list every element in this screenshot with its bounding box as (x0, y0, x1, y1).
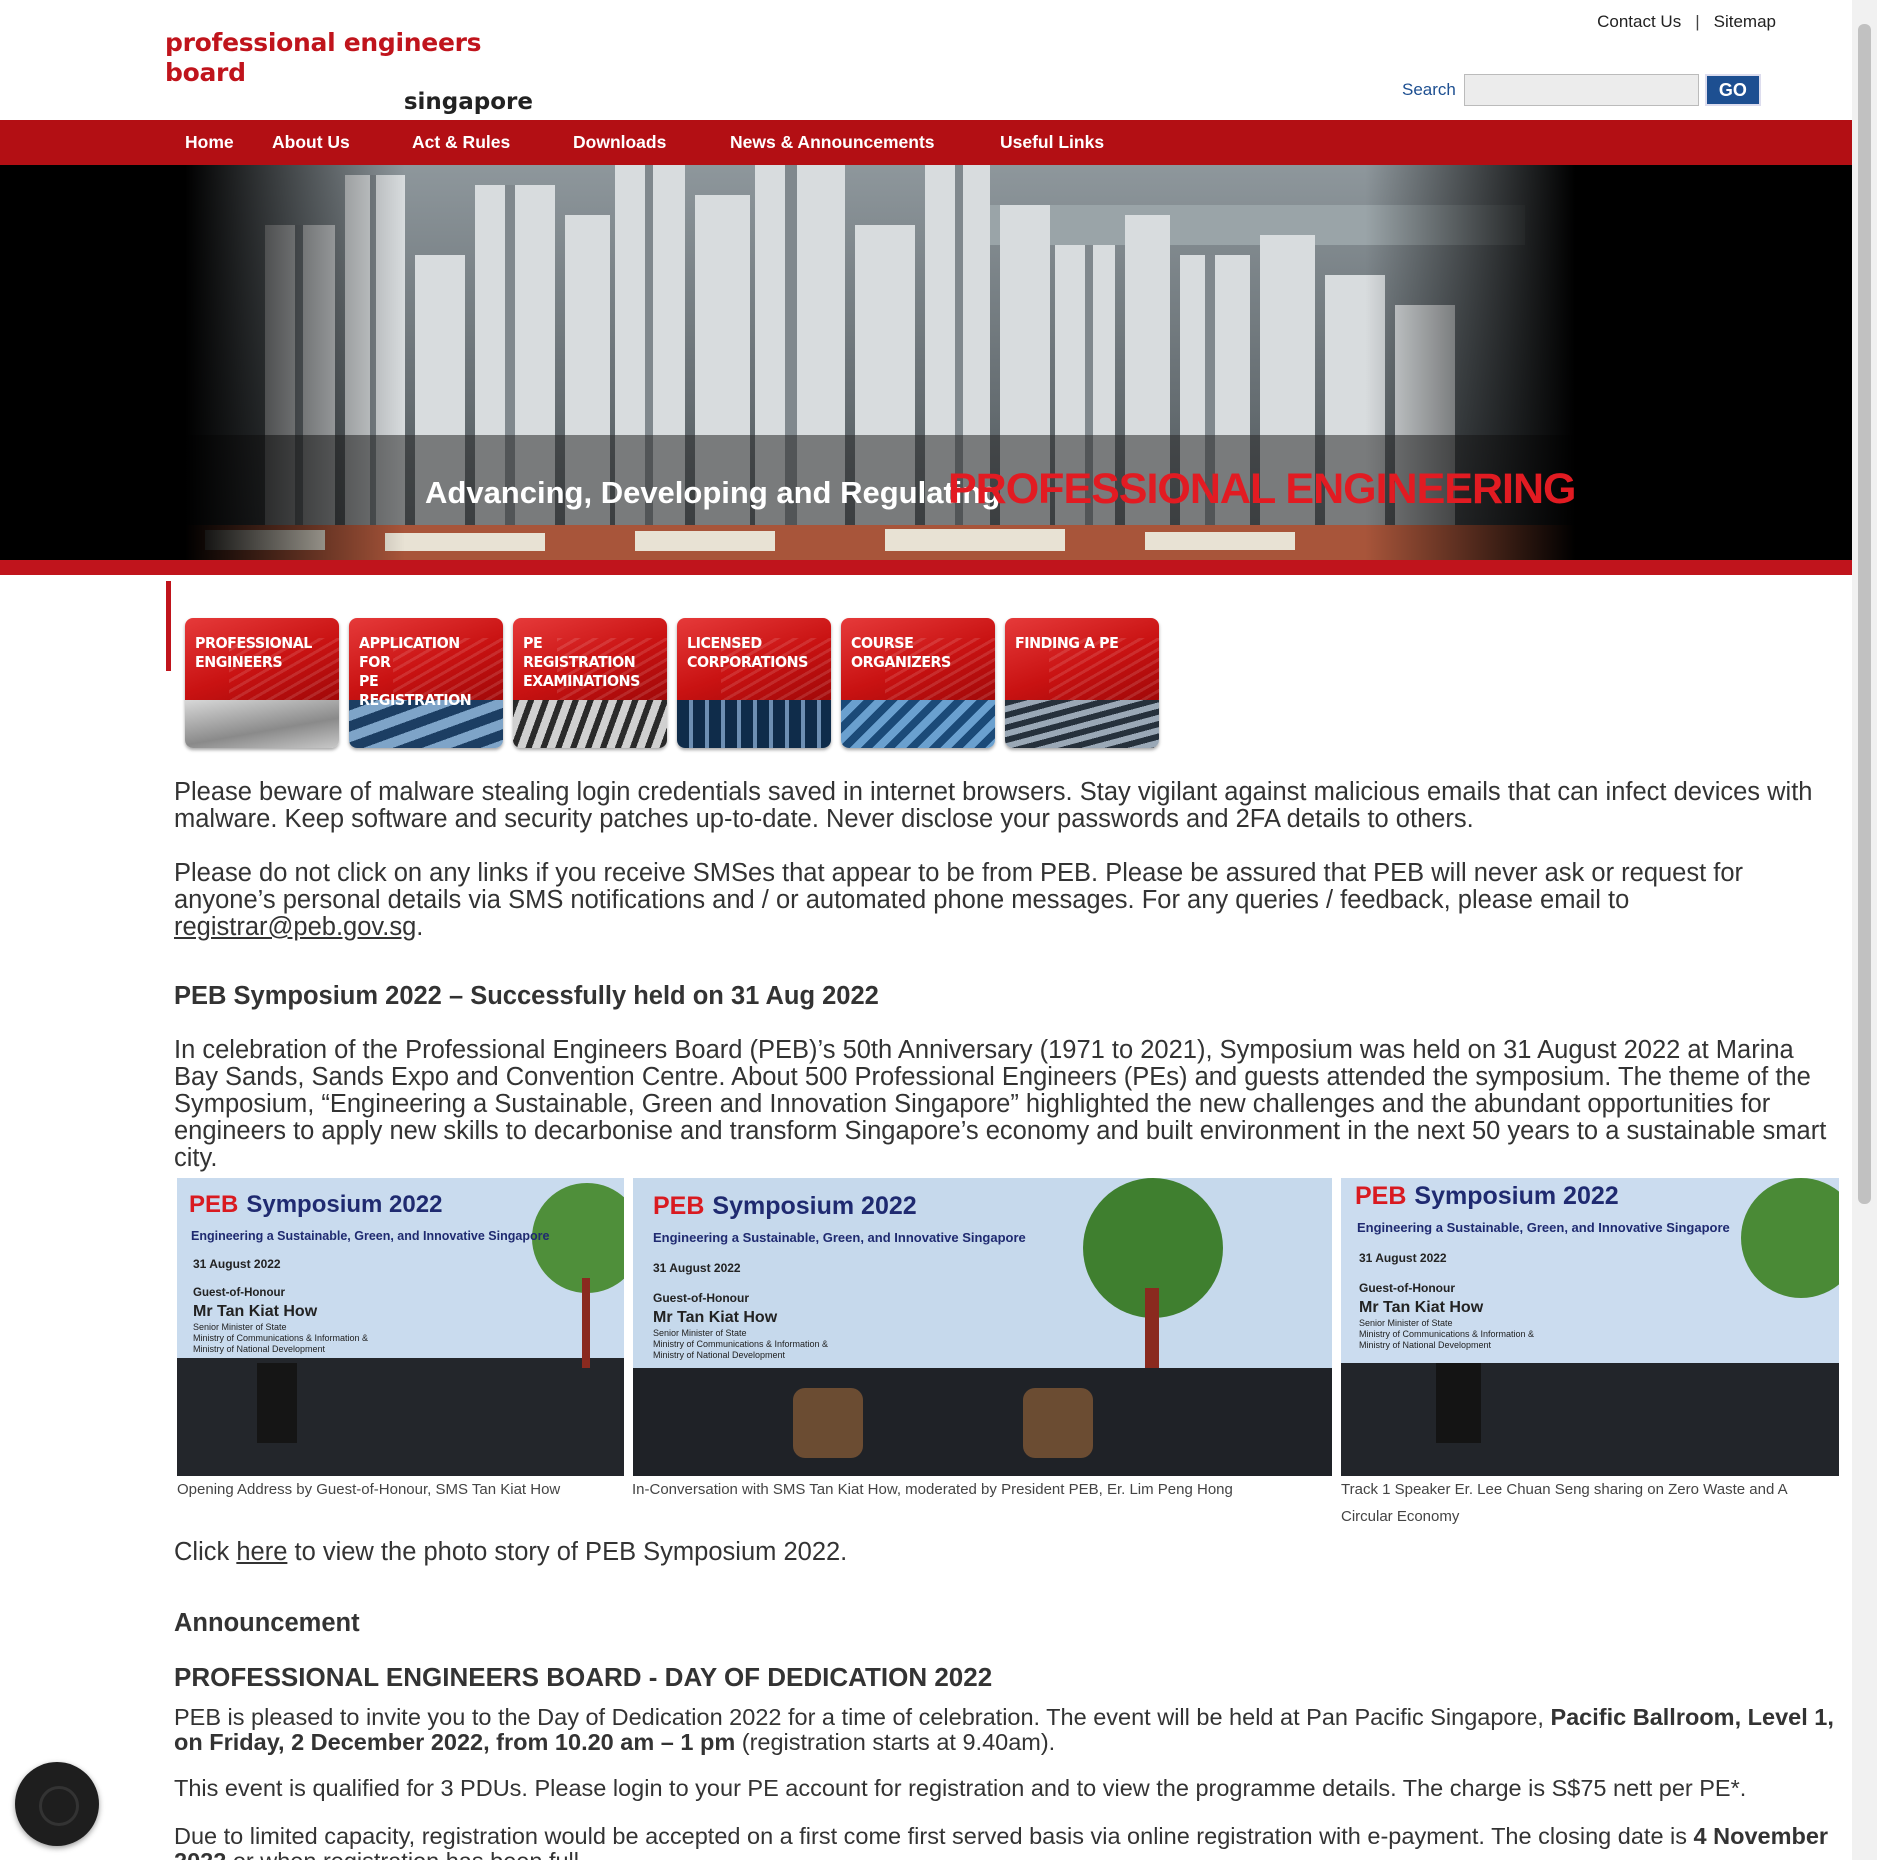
svg-text:Mr Tan Kiat How: Mr Tan Kiat How (653, 1309, 778, 1326)
category-tiles: PROFESSIONAL ENGINEERS APPLICATION FOR PE … (185, 618, 1169, 748)
photo-story-link[interactable]: here (236, 1538, 287, 1566)
svg-text:Mr Tan Kiat How: Mr Tan Kiat How (1359, 1299, 1484, 1316)
svg-text:Senior Minister of State: Senior Minister of State (193, 1322, 287, 1332)
scrollbar-thumb[interactable] (1858, 24, 1871, 1204)
svg-text:Ministry of National Developme: Ministry of National Development (653, 1350, 786, 1360)
peb-logo[interactable]: professional engineers board singapore (165, 28, 535, 116)
svg-text:PEBSymposium 2022: PEB Symposium 2022 (1355, 1182, 1619, 1210)
svg-text:PEBSymposium 2022: PEB Symposium 2022 (653, 1192, 917, 1220)
main-nav: Home About Us Act & Rules Downloads News… (0, 120, 1852, 165)
photo-1-caption: Opening Address by Guest-of-Honour, SMS … (177, 1481, 561, 1498)
search-input[interactable] (1463, 74, 1699, 106)
symposium-photos: PEB Symposium 2022 Engineering a Sustaina… (177, 1178, 1839, 1525)
malware-notice: Please beware of malware stealing login … (174, 778, 1813, 833)
search-label: Search (1402, 80, 1456, 99)
page-scrollbar[interactable] (1852, 0, 1877, 1860)
symposium-photo-2-image: PEB Symposium 2022 Engineering a Sustaina… (633, 1178, 1332, 1476)
logo-subtitle: singapore (403, 89, 533, 115)
nav-home[interactable]: Home (185, 120, 234, 165)
go-button[interactable]: GO (1704, 74, 1761, 106)
dedication-paragraph-3: Due to limited capacity, registration wo… (174, 1824, 1829, 1860)
photo-2-caption: In-Conversation with SMS Tan Kiat How, m… (632, 1481, 1233, 1498)
svg-text:Ministry of Communications & I: Ministry of Communications & Information… (1359, 1329, 1534, 1339)
svg-text:Ministry of Communications & I: Ministry of Communications & Information… (193, 1333, 368, 1343)
tile-application-pe-registration[interactable]: APPLICATION FOR PE REGISTRATION (349, 618, 503, 748)
svg-text:Engineering a Sustainable, Gre: Engineering a Sustainable, Green, and In… (653, 1230, 1026, 1245)
contact-us-link[interactable]: Contact Us (1597, 12, 1681, 32)
tile-course-organizers[interactable]: COURSE ORGANIZERS (841, 618, 995, 748)
chat-widget-icon[interactable] (15, 1762, 99, 1846)
symposium-heading: PEB Symposium 2022 – Successfully held o… (174, 982, 879, 1010)
svg-text:Engineering a Sustainable, Gre: Engineering a Sustainable, Green, and In… (1357, 1220, 1730, 1235)
announcement-heading: Announcement (174, 1609, 360, 1637)
site-header: professional engineers board singapore C… (0, 0, 1852, 120)
svg-text:PEBSymposium 2022: PEB Symposium 2022 (189, 1191, 442, 1218)
svg-text:Ministry of National Developme: Ministry of National Development (1359, 1340, 1492, 1350)
dedication-heading: PROFESSIONAL ENGINEERS BOARD - DAY OF DE… (174, 1662, 993, 1692)
nav-news-announcements[interactable]: News & Announcements (730, 120, 935, 165)
dedication-paragraph-1: PEB is pleased to invite you to the Day … (174, 1704, 1834, 1755)
sitemap-link[interactable]: Sitemap (1714, 12, 1776, 32)
svg-text:Senior Minister of State: Senior Minister of State (1359, 1318, 1453, 1328)
svg-text:Senior Minister of State: Senior Minister of State (653, 1328, 747, 1338)
separator: | (1695, 12, 1700, 31)
svg-text:31 August 2022: 31 August 2022 (1359, 1251, 1447, 1265)
nav-act-rules[interactable]: Act & Rules (412, 120, 510, 165)
banner-divider (0, 560, 1852, 575)
svg-text:31 August 2022: 31 August 2022 (653, 1261, 741, 1275)
symposium-photo-3[interactable]: PEB Symposium 2022 Engineering a Sustaina… (1341, 1178, 1839, 1476)
photo-story-line: Click here to view the photo story of PE… (174, 1538, 848, 1566)
logo-title: professional engineers board (165, 28, 482, 87)
svg-text:31 August 2022: 31 August 2022 (193, 1257, 281, 1271)
hero-banner: Advancing, Developing and Regulating PRO… (0, 165, 1852, 561)
search-bar: Search GO (1402, 74, 1761, 106)
symposium-photo-2[interactable]: PEB Symposium 2022 Engineering a Sustaina… (633, 1178, 1332, 1476)
banner-tagline-right: PROFESSIONAL ENGINEERING (948, 465, 1575, 513)
svg-text:Ministry of National Developme: Ministry of National Development (193, 1344, 326, 1354)
sms-notice: Please do not click on any links if you … (174, 859, 1744, 941)
tiles-accent-bar (166, 581, 171, 671)
tile-finding-a-pe[interactable]: FINDING A PE (1005, 618, 1159, 748)
symposium-description: In celebration of the Professional Engin… (174, 1036, 1827, 1172)
tile-pe-registration-examinations[interactable]: PE REGISTRATION EXAMINATIONS (513, 618, 667, 748)
tile-licensed-corporations[interactable]: LICENSED CORPORATIONS (677, 618, 831, 748)
nav-downloads[interactable]: Downloads (573, 120, 666, 165)
svg-text:Mr Tan Kiat How: Mr Tan Kiat How (193, 1303, 318, 1320)
svg-text:Guest-of-Honour: Guest-of-Honour (653, 1291, 749, 1305)
photo-3-caption: Track 1 Speaker Er. Lee Chuan Seng shari… (1341, 1481, 1787, 1525)
symposium-photo-3-image: PEB Symposium 2022 Engineering a Sustaina… (1341, 1178, 1839, 1476)
svg-text:Engineering a Sustainable, Gre: Engineering a Sustainable, Green, and In… (191, 1229, 549, 1243)
city-skyline-image: Advancing, Developing and Regulating PRO… (185, 165, 1575, 561)
dedication-paragraph-2: This event is qualified for 3 PDUs. Plea… (174, 1775, 1747, 1801)
registrar-email-link[interactable]: registrar@peb.gov.sg (174, 913, 416, 941)
symposium-photo-1-image: PEB Symposium 2022 Engineering a Sustaina… (177, 1178, 624, 1476)
svg-text:Ministry of Communications & I: Ministry of Communications & Information… (653, 1339, 828, 1349)
utility-links: Contact Us | Sitemap (1597, 12, 1776, 32)
svg-text:Guest-of-Honour: Guest-of-Honour (1359, 1281, 1455, 1295)
nav-about-us[interactable]: About Us (272, 120, 350, 165)
nav-useful-links[interactable]: Useful Links (1000, 120, 1104, 165)
svg-text:Guest-of-Honour: Guest-of-Honour (193, 1287, 286, 1299)
banner-tagline-left: Advancing, Developing and Regulating (425, 475, 1000, 510)
symposium-photo-1[interactable]: PEB Symposium 2022 Engineering a Sustaina… (177, 1178, 624, 1476)
tile-professional-engineers[interactable]: PROFESSIONAL ENGINEERS (185, 618, 339, 748)
